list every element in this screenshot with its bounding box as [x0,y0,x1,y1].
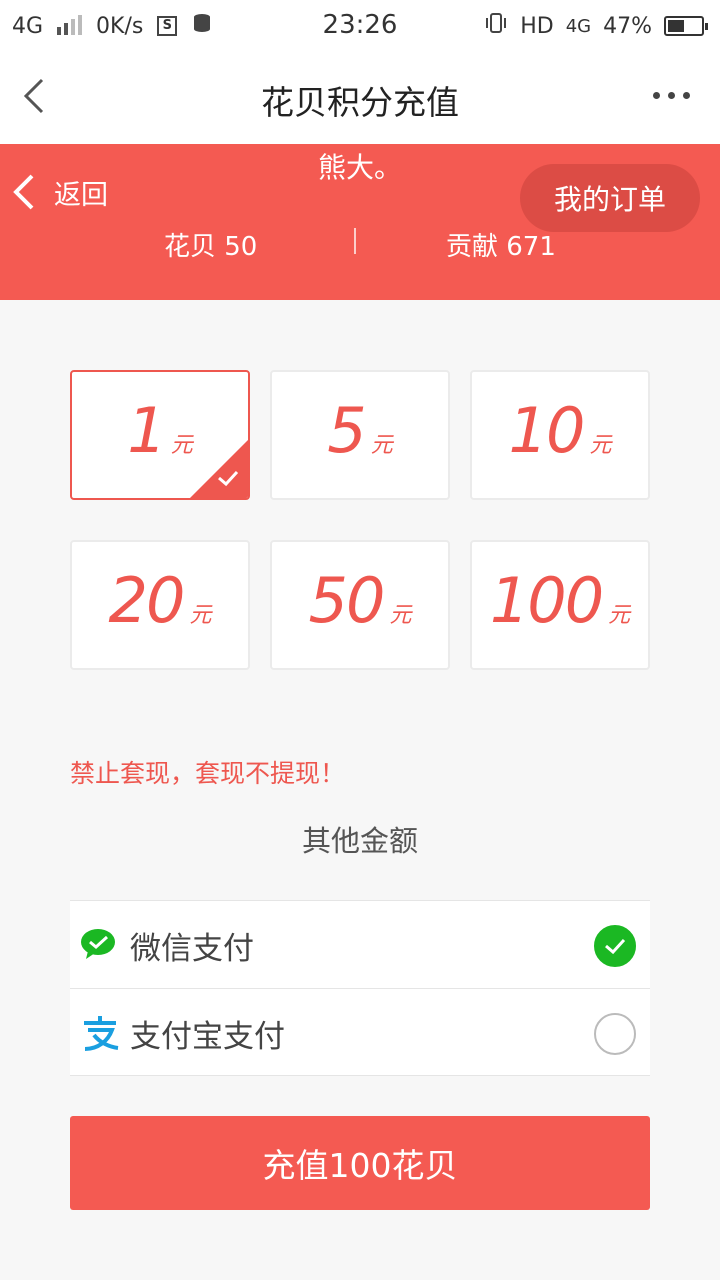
amount-unit: 元 [189,603,212,628]
amount-value: 1 [127,394,166,467]
check-icon [605,938,626,955]
amount-value: 10 [508,394,586,467]
amount-option-50[interactable]: 50 元 [270,540,450,670]
amount-unit: 元 [608,603,631,628]
battery-label: 47% [603,13,652,39]
wechat-icon [81,929,115,959]
network2-label: 4G [565,15,592,37]
status-bar: 4G 0K/s S 23:26 HD 4G 47% [0,0,720,50]
stats-divider [354,228,356,254]
user-stats: 花贝 50 贡献 671 [0,226,720,262]
payment-alipay[interactable]: 支付宝支付 [70,988,650,1076]
amount-unit: 元 [389,603,412,628]
payment-label: 微信支付 [130,931,254,967]
amount-value: 5 [327,394,366,467]
nav-bar: 花贝积分充值 [0,50,720,144]
alipay-icon [84,1016,119,1051]
amount-unit: 元 [589,433,612,458]
amount-option-5[interactable]: 5 元 [270,370,450,500]
battery-icon [664,16,708,36]
amount-option-10[interactable]: 10 元 [470,370,650,500]
vibrate-icon [484,12,508,40]
amount-option-20[interactable]: 20 元 [70,540,250,670]
radio-unchecked[interactable] [594,1013,636,1055]
radio-checked[interactable] [594,925,636,967]
cashout-warning: 禁止套现，套现不提现！ [70,759,346,788]
amount-value: 100 [489,564,604,637]
amount-unit: 元 [370,433,393,458]
huabei-stat: 花贝 50 [164,232,258,262]
other-amount-link[interactable]: 其他金额 [0,818,720,860]
payment-wechat[interactable]: 微信支付 [70,900,650,988]
page-title: 花贝积分充值 [261,83,459,122]
hd-label: HD [520,13,554,39]
check-icon [218,470,239,487]
amount-value: 50 [308,564,386,637]
more-icon[interactable] [653,92,690,99]
my-orders-button[interactable]: 我的订单 [520,164,700,232]
recharge-button[interactable]: 充值100花贝 [70,1116,650,1210]
user-banner: 返回 熊大。 我的订单 花贝 50 贡献 671 [0,144,720,300]
status-right: HD 4G 47% [484,12,708,40]
amount-option-1[interactable]: 1 元 [70,370,250,500]
contribution-stat: 贡献 671 [446,232,556,262]
amount-value: 20 [108,564,186,637]
amount-option-100[interactable]: 100 元 [470,540,650,670]
payment-label: 支付宝支付 [130,1019,285,1055]
